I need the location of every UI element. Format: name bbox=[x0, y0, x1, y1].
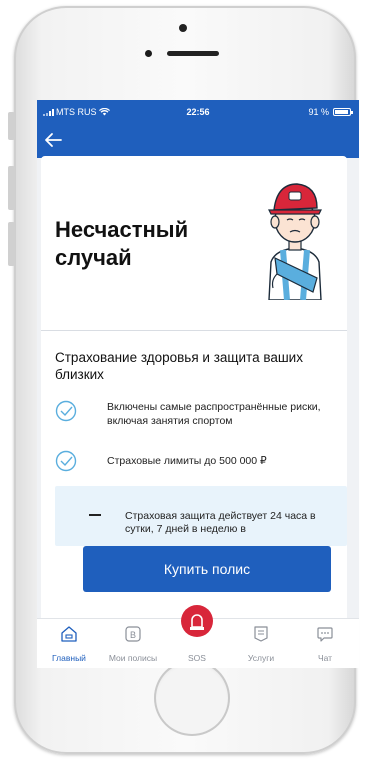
page-title: Несчастный случай bbox=[55, 217, 189, 270]
alarm-icon bbox=[190, 614, 204, 630]
battery-icon bbox=[333, 108, 353, 116]
home-icon bbox=[61, 626, 77, 642]
sos-button[interactable] bbox=[181, 605, 213, 637]
front-sensor bbox=[145, 50, 152, 57]
earpiece-speaker bbox=[167, 51, 219, 56]
status-bar: MTS RUS 22:56 91 % bbox=[37, 104, 359, 118]
tab-home[interactable]: Главный bbox=[37, 619, 101, 668]
page-subtitle: Страхование здоровья и защита ваших близ… bbox=[55, 350, 303, 382]
tab-label: Мои полисы bbox=[108, 653, 158, 663]
tab-sos[interactable]: SOS bbox=[165, 605, 229, 668]
info-block: Страховая защита действует 24 часа в сут… bbox=[55, 486, 347, 546]
tab-label: SOS bbox=[188, 653, 206, 663]
tab-services[interactable]: Услуги bbox=[229, 619, 293, 668]
feature-text: Включены самые распространённые риски, в… bbox=[107, 401, 321, 427]
feature-text: Страховые лимиты до 500 000 ₽ bbox=[107, 455, 267, 467]
tab-chat[interactable]: Чат bbox=[293, 619, 357, 668]
arrow-left-icon[interactable] bbox=[41, 130, 65, 150]
side-button-mute bbox=[8, 112, 15, 140]
tab-label: Чат bbox=[317, 653, 333, 663]
bottom-tab-bar: Главный B Мои полисы SOS Услуги Чат bbox=[37, 605, 359, 668]
app-header: MTS RUS 22:56 91 % bbox=[37, 100, 359, 158]
dash-bullet bbox=[89, 514, 101, 516]
check-circle-icon bbox=[55, 450, 77, 472]
section-divider bbox=[41, 330, 347, 331]
battery-percent: 91 % bbox=[308, 107, 329, 117]
services-icon bbox=[254, 626, 268, 642]
battery-status: 91 % bbox=[308, 107, 353, 117]
tab-label: Услуги bbox=[247, 653, 275, 663]
side-button-volume-up bbox=[8, 166, 15, 210]
injured-boy-illustration bbox=[268, 183, 322, 300]
buy-policy-button[interactable]: Купить полис bbox=[83, 546, 331, 592]
home-button[interactable] bbox=[154, 660, 230, 736]
product-card: Несчастный случай Страхование здоровья и… bbox=[41, 156, 347, 668]
info-text: Страховая защита действует 24 часа в сут… bbox=[125, 510, 316, 535]
app-screen: MTS RUS 22:56 91 % Несчастный случай Стр… bbox=[37, 100, 359, 668]
front-camera bbox=[179, 24, 187, 32]
policy-icon: B bbox=[125, 626, 141, 642]
tab-my-policies[interactable]: B Мои полисы bbox=[101, 619, 165, 668]
side-button-volume-down bbox=[8, 222, 15, 266]
tab-label: Главный bbox=[52, 653, 86, 663]
chat-icon bbox=[317, 627, 333, 642]
svg-text:B: B bbox=[130, 630, 136, 640]
check-circle-icon bbox=[55, 400, 77, 422]
